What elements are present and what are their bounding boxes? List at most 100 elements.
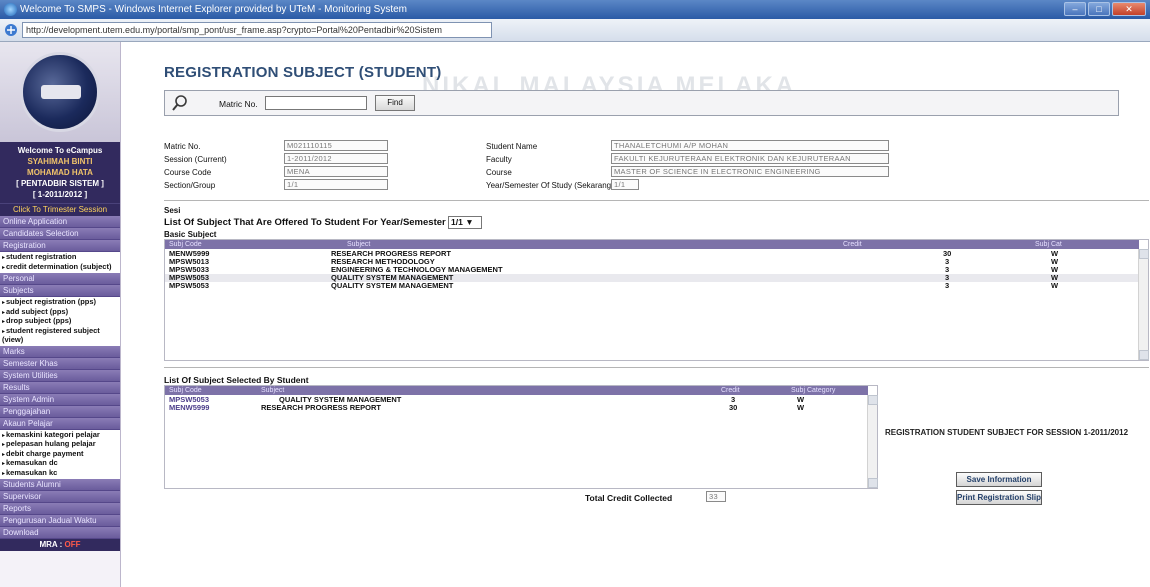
maximize-button[interactable]: □ (1088, 2, 1110, 16)
scroll-up-button[interactable] (1139, 249, 1149, 259)
divider-top (164, 200, 1149, 201)
row-credit: 30 (729, 403, 738, 412)
total-credit-value: 33 (706, 491, 726, 502)
trimester-session-link[interactable]: Click To Trimester Session (0, 203, 120, 216)
url-field[interactable]: http://development.utem.edu.my/portal/sm… (22, 22, 492, 38)
print-registration-slip-button[interactable]: Print Registration Slip (956, 490, 1042, 505)
window-title: Welcome To SMPS - Windows Internet Explo… (20, 4, 407, 15)
offered-col-cat: Subj Cat (1035, 241, 1062, 248)
akaun-submenu: kemaskini kategori pelajar pelepasan hul… (0, 429, 120, 479)
menu-personal[interactable]: Personal (0, 273, 120, 285)
selected-subjects-title: List Of Subject Selected By Student (164, 375, 309, 385)
matric-value: M021110115 (284, 140, 388, 151)
user-role: [ PENTADBIR SISTEM ] (16, 179, 104, 188)
address-bar: http://development.utem.edu.my/portal/sm… (0, 19, 1150, 42)
selected-col-credit: Credit (721, 387, 740, 394)
find-button[interactable]: Find (375, 95, 415, 111)
menu-semester-khas[interactable]: Semester Khas (0, 357, 120, 370)
offered-subjects-table: Subj Code Subject Credit Subj Cat MENW59… (164, 239, 1149, 361)
user-session: [ 1-2011/2012 ] (32, 190, 88, 199)
welcome-text: Welcome To eCampus (17, 146, 103, 155)
matric-search-input[interactable] (265, 96, 367, 110)
offered-table-scrollbar[interactable] (1138, 249, 1149, 360)
selected-table-scrollbar[interactable] (867, 395, 878, 488)
row-code: MENW5999 (169, 403, 210, 412)
basic-subject-label: Basic Subject (164, 230, 217, 239)
menu-penggajahan[interactable]: Penggajahan (0, 405, 120, 418)
offered-table-header: Subj Code Subject Credit Subj Cat (165, 240, 1139, 249)
scroll-up-button[interactable] (868, 395, 878, 405)
student-name-label: Student Name (486, 142, 538, 151)
logo-area (0, 42, 120, 142)
row-category: W (1051, 281, 1059, 290)
selected-col-code: Subj Code (169, 387, 202, 394)
table-row[interactable]: MPSW5053 QUALITY SYSTEM MANAGEMENT 3 W (165, 274, 1139, 282)
table-row[interactable]: MENW5999 RESEARCH PROGRESS REPORT 30 W (165, 404, 868, 412)
internet-explorer-icon (4, 3, 17, 16)
matric-label: Matric No. (164, 142, 201, 151)
matric-search-label: Matric No. (219, 99, 258, 109)
divider-middle (164, 367, 1149, 368)
welcome-panel: Welcome To eCampus SYAHIMAH BINTI MOHAMA… (0, 142, 120, 203)
selected-table-header: Subj Code Subject Credit Subj Category (165, 386, 868, 395)
subjects-submenu: subject registration (pps) add subject (… (0, 297, 120, 346)
menu-supervisor[interactable]: Supervisor (0, 491, 120, 503)
student-name-value: THANALETCHUMI A/P MOHAN (611, 140, 889, 151)
user-name-line-2: MOHAMAD HATA (27, 168, 93, 177)
submenu-kemasukan-kc[interactable]: kemasukan kc (2, 468, 120, 479)
menu-registration[interactable]: Registration (0, 240, 120, 252)
menu-marks[interactable]: Marks (0, 345, 120, 358)
sesi-label: Sesi (164, 206, 181, 215)
menu-candidates-selection[interactable]: Candidates Selection (0, 228, 120, 240)
row-credit: 3 (945, 281, 950, 290)
window-titlebar: Welcome To SMPS - Windows Internet Explo… (0, 0, 1150, 19)
utem-logo (20, 52, 100, 132)
save-information-button[interactable]: Save Information (956, 472, 1042, 487)
section-value: 1/1 (284, 179, 388, 190)
menu-download[interactable]: Download (0, 527, 120, 539)
table-row[interactable]: MPSW5053 QUALITY SYSTEM MANAGEMENT 3 W (165, 282, 1139, 290)
row-subject: QUALITY SYSTEM MANAGEMENT (331, 281, 454, 290)
offered-subjects-title: List Of Subject That Are Offered To Stud… (164, 217, 446, 228)
scroll-down-button[interactable] (1139, 350, 1149, 360)
dropdown-arrow-icon: ▼ (465, 217, 474, 227)
table-row[interactable]: MPSW5033 ENGINEERING & TECHNOLOGY MANAGE… (165, 266, 1139, 274)
menu-online-application[interactable]: Online Application (0, 216, 120, 228)
course-value: MASTER OF SCIENCE IN ELECTRONIC ENGINEER… (611, 166, 889, 177)
session-value: 1-2011/2012 (284, 153, 388, 164)
total-credit-label: Total Credit Collected (585, 493, 673, 503)
window-controls: – □ ✕ (1064, 2, 1146, 16)
menu-akaun-pelajar[interactable]: Akaun Pelajar (0, 417, 120, 430)
registration-session-note: REGISTRATION STUDENT SUBJECT FOR SESSION… (885, 428, 1129, 437)
sidebar: Welcome To eCampus SYAHIMAH BINTI MOHAMA… (0, 42, 121, 587)
row-subject: RESEARCH PROGRESS REPORT (261, 403, 382, 412)
page-icon (5, 24, 17, 36)
table-row[interactable]: MPSW5013 RESEARCH METHODOLOGY 3 W (165, 258, 1139, 266)
row-category: W (797, 403, 805, 412)
page-title: REGISTRATION SUBJECT (STUDENT) (164, 64, 442, 81)
close-button[interactable]: ✕ (1112, 2, 1146, 16)
course-code-label: Course Code (164, 168, 212, 177)
table-row[interactable]: MENW5999 RESEARCH PROGRESS REPORT 30 W (165, 250, 1139, 258)
course-label: Course (486, 168, 512, 177)
menu-results[interactable]: Results (0, 381, 120, 394)
search-icon (172, 95, 187, 111)
menu-system-admin[interactable]: System Admin (0, 393, 120, 406)
menu-jadual-waktu[interactable]: Pengurusan Jadual Waktu (0, 515, 120, 527)
offered-col-credit: Credit (843, 241, 862, 248)
minimize-button[interactable]: – (1064, 2, 1086, 16)
search-panel: Matric No. Find (164, 90, 1119, 116)
menu-subjects[interactable]: Subjects (0, 285, 120, 297)
submenu-credit-determination[interactable]: credit determination (subject) (2, 262, 120, 273)
menu-students-alumni[interactable]: Students Alumni (0, 479, 120, 491)
selected-col-category: Subj Category (791, 387, 836, 394)
menu-reports[interactable]: Reports (0, 503, 120, 515)
submenu-registered-subject-view[interactable]: student registered subject (view) (2, 326, 120, 345)
year-semester-selected: 1/1 (451, 217, 463, 227)
year-semester-select[interactable]: 1/1 ▼ (448, 216, 482, 229)
selected-subjects-table: Subj Code Subject Credit Subj Category M… (164, 385, 878, 489)
menu-system-utilities[interactable]: System Utilities (0, 369, 120, 382)
course-code-value: MENA (284, 166, 388, 177)
scroll-down-button[interactable] (868, 478, 878, 488)
offered-col-subject: Subject (347, 241, 371, 248)
